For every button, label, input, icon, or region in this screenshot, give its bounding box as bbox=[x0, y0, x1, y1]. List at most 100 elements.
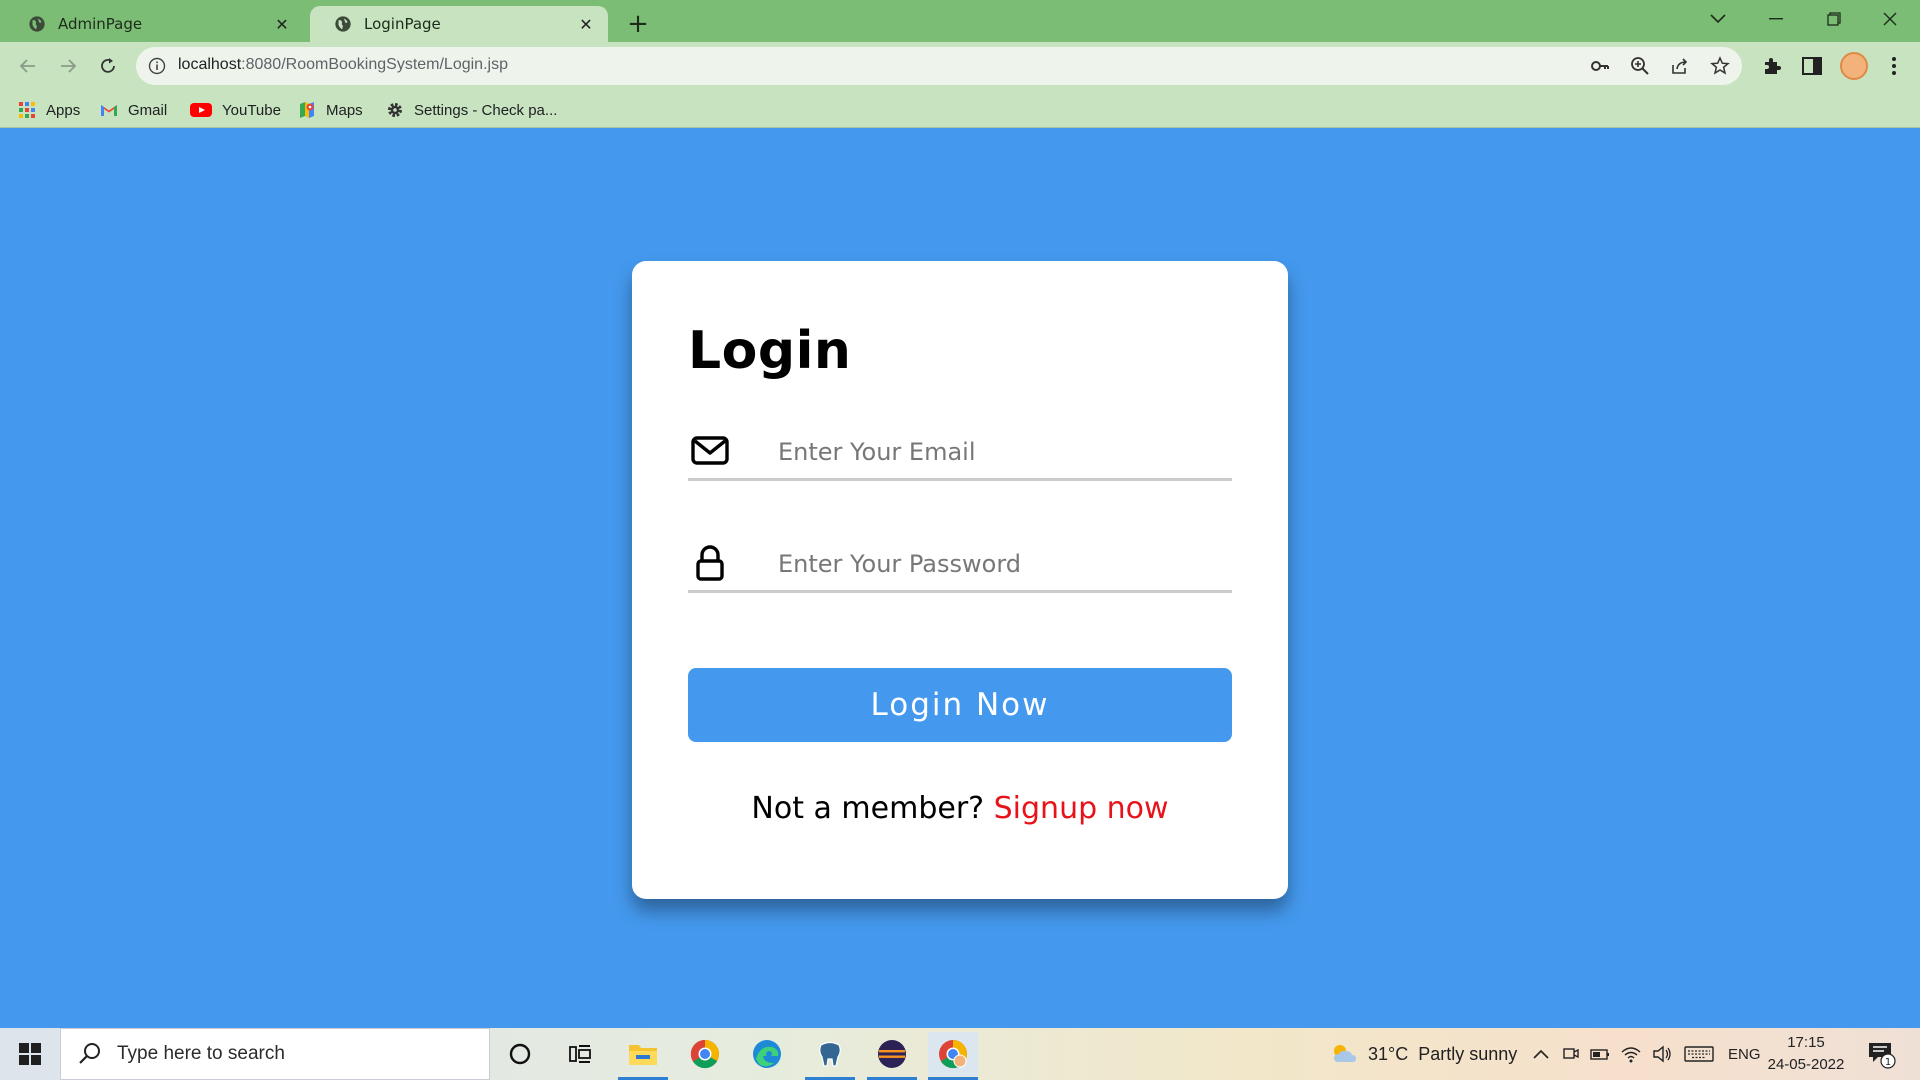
signup-prompt-text: Not a member? bbox=[751, 791, 985, 826]
close-tab-icon[interactable]: ✕ bbox=[272, 14, 292, 34]
cortana-circle-icon bbox=[509, 1043, 531, 1065]
browser-toolbar: localhost:8080/RoomBookingSystem/Login.j… bbox=[0, 42, 1920, 90]
bookmark-settings[interactable]: Settings - Check pa... bbox=[386, 99, 557, 121]
bookmarks-bar: Apps Gmail YouTube Maps Settings - Check… bbox=[0, 90, 1920, 128]
meet-now-icon[interactable] bbox=[1562, 1045, 1580, 1063]
taskbar-search-box[interactable]: Type here to search bbox=[60, 1028, 490, 1080]
bookmark-label: Apps bbox=[46, 101, 81, 119]
address-bar[interactable]: localhost:8080/RoomBookingSystem/Login.j… bbox=[136, 47, 1742, 85]
chrome-icon bbox=[690, 1039, 719, 1069]
page-background: Login Login Now Not a member? Signup now bbox=[0, 128, 1920, 1028]
clock[interactable]: 17:15 24-05-2022 bbox=[1766, 1032, 1846, 1076]
file-explorer-icon bbox=[629, 1045, 657, 1065]
email-input[interactable] bbox=[778, 435, 1218, 469]
weather-description: Partly sunny bbox=[1418, 1043, 1518, 1064]
bookmark-star-icon[interactable] bbox=[1710, 56, 1730, 76]
zoom-icon[interactable] bbox=[1630, 56, 1650, 76]
task-view-button[interactable] bbox=[555, 1032, 605, 1076]
search-icon bbox=[79, 1043, 100, 1064]
battery-icon[interactable] bbox=[1590, 1046, 1610, 1062]
chrome-profile-icon bbox=[939, 1040, 967, 1069]
tab-search-chevron-icon[interactable] bbox=[1690, 0, 1746, 38]
windows-taskbar: Type here to search 31°C Partly sunny EN… bbox=[0, 1028, 1920, 1080]
clock-time: 17:15 bbox=[1787, 1034, 1825, 1051]
settings-gear-icon bbox=[388, 103, 402, 117]
search-placeholder: Type here to search bbox=[117, 1043, 285, 1064]
chrome-app[interactable] bbox=[680, 1032, 730, 1076]
bookmark-apps[interactable]: Apps bbox=[18, 99, 80, 121]
url-path: :8080/RoomBookingSystem/Login.jsp bbox=[241, 56, 508, 73]
chrome-profile-app-active[interactable] bbox=[928, 1032, 978, 1080]
restore-button[interactable] bbox=[1806, 0, 1862, 38]
back-arrow-icon bbox=[19, 59, 35, 73]
partly-sunny-icon bbox=[1334, 1045, 1356, 1062]
language-indicator[interactable]: ENG bbox=[1728, 1046, 1761, 1063]
start-button[interactable] bbox=[0, 1028, 60, 1080]
bookmark-label: YouTube bbox=[222, 101, 281, 119]
login-now-button[interactable]: Login Now bbox=[688, 668, 1232, 742]
profile-avatar[interactable] bbox=[1840, 52, 1868, 80]
keyboard-icon[interactable] bbox=[1684, 1045, 1714, 1063]
pgadmin-app[interactable] bbox=[805, 1032, 855, 1080]
close-tab-icon[interactable]: ✕ bbox=[576, 14, 596, 34]
browser-tab-strip: AdminPage ✕ LoginPage ✕ + bbox=[0, 0, 1920, 42]
windows-logo-icon bbox=[19, 1043, 41, 1065]
postgresql-elephant-icon bbox=[819, 1041, 841, 1067]
bookmark-youtube[interactable]: YouTube bbox=[190, 99, 281, 121]
apps-grid-icon bbox=[19, 102, 35, 118]
side-panel-icon[interactable] bbox=[1800, 54, 1824, 78]
tab-title: AdminPage bbox=[58, 15, 143, 33]
edge-icon bbox=[753, 1040, 781, 1068]
tab-title: LoginPage bbox=[364, 15, 441, 33]
gmail-icon bbox=[101, 105, 117, 116]
globe-icon bbox=[29, 16, 45, 32]
extensions-puzzle-icon[interactable] bbox=[1760, 54, 1784, 78]
reload-icon bbox=[101, 58, 115, 73]
kebab-menu-icon[interactable] bbox=[1882, 54, 1906, 78]
site-info-icon[interactable] bbox=[148, 57, 166, 75]
bookmark-maps[interactable]: Maps bbox=[298, 99, 363, 121]
show-hidden-icons-chevron-icon[interactable] bbox=[1532, 1048, 1550, 1060]
weather-temp: 31°C bbox=[1368, 1043, 1409, 1064]
url-text: localhost:8080/RoomBookingSystem/Login.j… bbox=[178, 56, 508, 74]
notification-icon: 1 bbox=[1869, 1043, 1896, 1069]
globe-icon bbox=[335, 16, 351, 32]
forward-arrow-icon bbox=[61, 59, 77, 73]
share-icon[interactable] bbox=[1670, 56, 1690, 76]
reload-button[interactable] bbox=[92, 50, 124, 82]
lock-icon bbox=[696, 545, 724, 581]
bookmark-label: Gmail bbox=[128, 101, 168, 119]
bookmark-label: Settings - Check pa... bbox=[414, 101, 558, 119]
password-input[interactable] bbox=[778, 547, 1218, 581]
maps-icon bbox=[300, 102, 314, 118]
password-key-icon[interactable] bbox=[1590, 56, 1610, 76]
task-view-icon bbox=[569, 1045, 591, 1063]
weather-widget[interactable]: 31°C Partly sunny bbox=[1330, 1028, 1517, 1080]
signup-now-link[interactable]: Signup now bbox=[994, 791, 1169, 826]
url-host: localhost bbox=[178, 56, 242, 73]
minimize-button[interactable] bbox=[1748, 0, 1804, 38]
new-tab-button[interactable]: + bbox=[624, 9, 652, 39]
cortana-button[interactable] bbox=[495, 1032, 545, 1076]
email-field bbox=[688, 411, 1232, 481]
notification-center-button[interactable]: 1 bbox=[1866, 1028, 1896, 1080]
volume-icon[interactable] bbox=[1652, 1045, 1672, 1063]
file-explorer-app[interactable] bbox=[618, 1032, 668, 1080]
bookmark-label: Maps bbox=[326, 101, 363, 119]
tab-adminpage[interactable]: AdminPage ✕ bbox=[4, 6, 304, 42]
wifi-icon[interactable] bbox=[1620, 1045, 1642, 1063]
signup-prompt: Not a member? Signup now bbox=[632, 791, 1288, 826]
back-button[interactable] bbox=[12, 50, 44, 82]
eclipse-app[interactable] bbox=[867, 1032, 917, 1080]
clock-date: 24-05-2022 bbox=[1767, 1056, 1845, 1073]
tab-loginpage[interactable]: LoginPage ✕ bbox=[310, 6, 608, 42]
notification-count: 1 bbox=[1885, 1057, 1891, 1068]
forward-button[interactable] bbox=[52, 50, 84, 82]
close-window-button[interactable] bbox=[1862, 0, 1918, 38]
edge-app[interactable] bbox=[742, 1032, 792, 1076]
youtube-icon bbox=[190, 103, 212, 117]
password-field bbox=[688, 523, 1232, 593]
login-card: Login Login Now Not a member? Signup now bbox=[632, 261, 1288, 899]
envelope-icon bbox=[691, 436, 729, 465]
bookmark-gmail[interactable]: Gmail bbox=[100, 99, 167, 121]
